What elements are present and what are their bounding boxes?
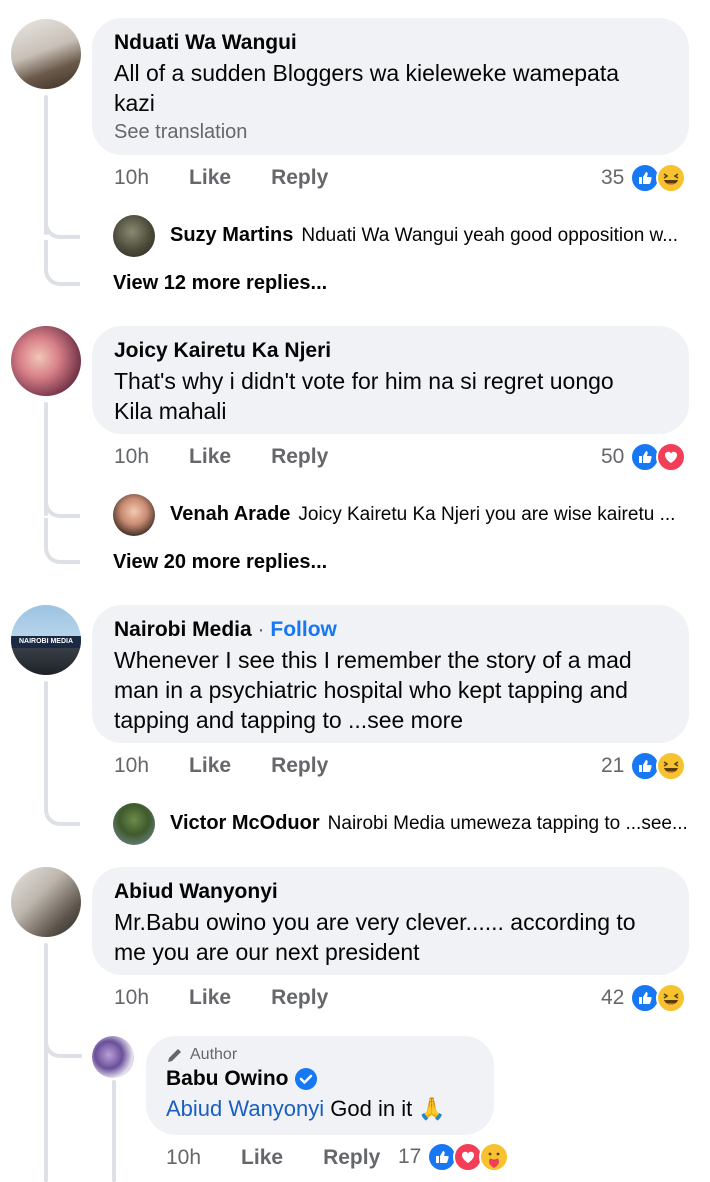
follow-button[interactable]: Follow [270,618,337,641]
reply-preview[interactable]: Venah Arade Joicy Kairetu Ka Njeri you a… [170,503,680,526]
love-reaction-icon [656,442,687,472]
avatar[interactable] [11,867,81,937]
view-more-replies-link[interactable]: View 12 more replies... [113,272,327,295]
comment-bubble[interactable]: Nairobi Media · Follow Whenever I see th… [92,605,689,743]
reply-button[interactable]: Reply [271,166,328,190]
comment-actions: 10h Like Reply [114,445,368,469]
comment-time[interactable]: 10h [114,986,149,1010]
comment-time[interactable]: 10h [114,445,149,469]
reactions[interactable]: 42 [601,983,687,1013]
comment-time[interactable]: 10h [166,1146,201,1170]
haha-reaction-icon [656,751,687,781]
comment-time[interactable]: 10h [114,166,149,190]
author-reply-bubble[interactable]: Author Babu Owino Abiud Wanyonyi God in … [146,1036,494,1135]
like-button[interactable]: Like [241,1146,283,1170]
comment-actions: 10h Like Reply [114,754,368,778]
reply-button[interactable]: Reply [271,445,328,469]
thread-line [44,943,48,1182]
pencil-icon [168,1049,181,1062]
comment-text: Mr.Babu owino you are very clever...... … [114,909,636,965]
comment-author[interactable]: Abiud Wanyonyi [114,877,667,907]
avatar[interactable] [92,1036,134,1078]
mention-link[interactable]: Abiud Wanyonyi [166,1096,324,1121]
like-button[interactable]: Like [189,166,231,190]
reply-preview[interactable]: Victor McOduor Nairobi Media umeweza tap… [170,812,690,835]
reactions[interactable]: 17 [398,1142,510,1172]
avatar[interactable] [113,803,155,845]
reactions[interactable]: 21 [601,751,687,781]
like-button[interactable]: Like [189,986,231,1010]
thread-connector [44,240,80,286]
comment-bubble[interactable]: Joicy Kairetu Ka Njeri That's why i didn… [92,326,689,434]
reaction-count: 35 [601,166,625,189]
view-more-replies-link[interactable]: View 20 more replies... [113,551,327,574]
comment-author: Babu Owino [166,1064,474,1094]
reply-author[interactable]: Venah Arade [170,503,290,526]
comment-author[interactable]: Joicy Kairetu Ka Njeri [114,336,667,366]
comment-bubble[interactable]: Abiud Wanyonyi Mr.Babu owino you are ver… [92,867,689,975]
reply-button[interactable]: Reply [271,754,328,778]
reply-button[interactable]: Reply [271,986,328,1010]
thread-connector [44,518,80,564]
logo-text: NAIROBI MEDIA [18,638,74,645]
comment-author: Nairobi Media · Follow [114,615,667,645]
reactions[interactable]: 35 [601,163,687,193]
avatar[interactable] [11,326,81,396]
haha-reaction-icon [656,163,687,193]
thread-connector [44,788,80,826]
comment-text: That's why i didn't vote for him na si r… [114,368,614,424]
reaction-count: 50 [601,445,625,468]
comment-time[interactable]: 10h [114,754,149,778]
thread-line [44,681,48,791]
reply-button[interactable]: Reply [323,1146,380,1170]
reply-author[interactable]: Babu Owino [166,1064,289,1094]
reaction-count: 17 [398,1145,422,1168]
comment-author[interactable]: Nduati Wa Wangui [114,28,667,58]
thread-connector [44,200,80,239]
reply-text: Nduati Wa Wangui yeah good opposition w.… [301,224,679,246]
reply-author[interactable]: Victor McOduor [170,812,320,835]
comment-actions: 10h Like Reply [114,986,368,1010]
avatar[interactable] [113,494,155,536]
care-reaction-icon [479,1142,510,1172]
thread-line [112,1080,116,1182]
like-button[interactable]: Like [189,754,231,778]
reactions[interactable]: 50 [601,442,687,472]
author-tag: Author [166,1046,474,1064]
avatar[interactable] [113,215,155,257]
see-translation-link[interactable]: See translation [114,118,667,146]
reaction-count: 42 [601,986,625,1009]
reaction-count: 21 [601,754,625,777]
haha-reaction-icon [656,983,687,1013]
like-button[interactable]: Like [189,445,231,469]
comment-actions: 10h Like Reply [166,1146,420,1170]
reply-preview[interactable]: Suzy Martins Nduati Wa Wangui yeah good … [170,224,690,247]
page-name[interactable]: Nairobi Media [114,618,252,641]
avatar[interactable]: NAIROBI MEDIA [11,605,81,675]
comment-text: All of a sudden Bloggers wa kieleweke wa… [114,60,620,116]
comment-bubble[interactable]: Nduati Wa Wangui All of a sudden Blogger… [92,18,689,155]
comment-text: Abiud Wanyonyi God in it 🙏 [166,1096,446,1121]
comment-text: Whenever I see this I remember the story… [114,647,632,733]
reply-text: Joicy Kairetu Ka Njeri you are wise kair… [298,503,676,525]
avatar[interactable] [11,19,81,89]
reply-text: Nairobi Media umeweza tapping to ...see.… [327,812,688,834]
thread-connector [44,1020,82,1058]
reply-author[interactable]: Suzy Martins [170,224,293,247]
comment-actions: 10h Like Reply [114,166,368,190]
verified-badge-icon [294,1068,317,1090]
separator: · [251,618,271,641]
thread-connector [44,480,80,518]
